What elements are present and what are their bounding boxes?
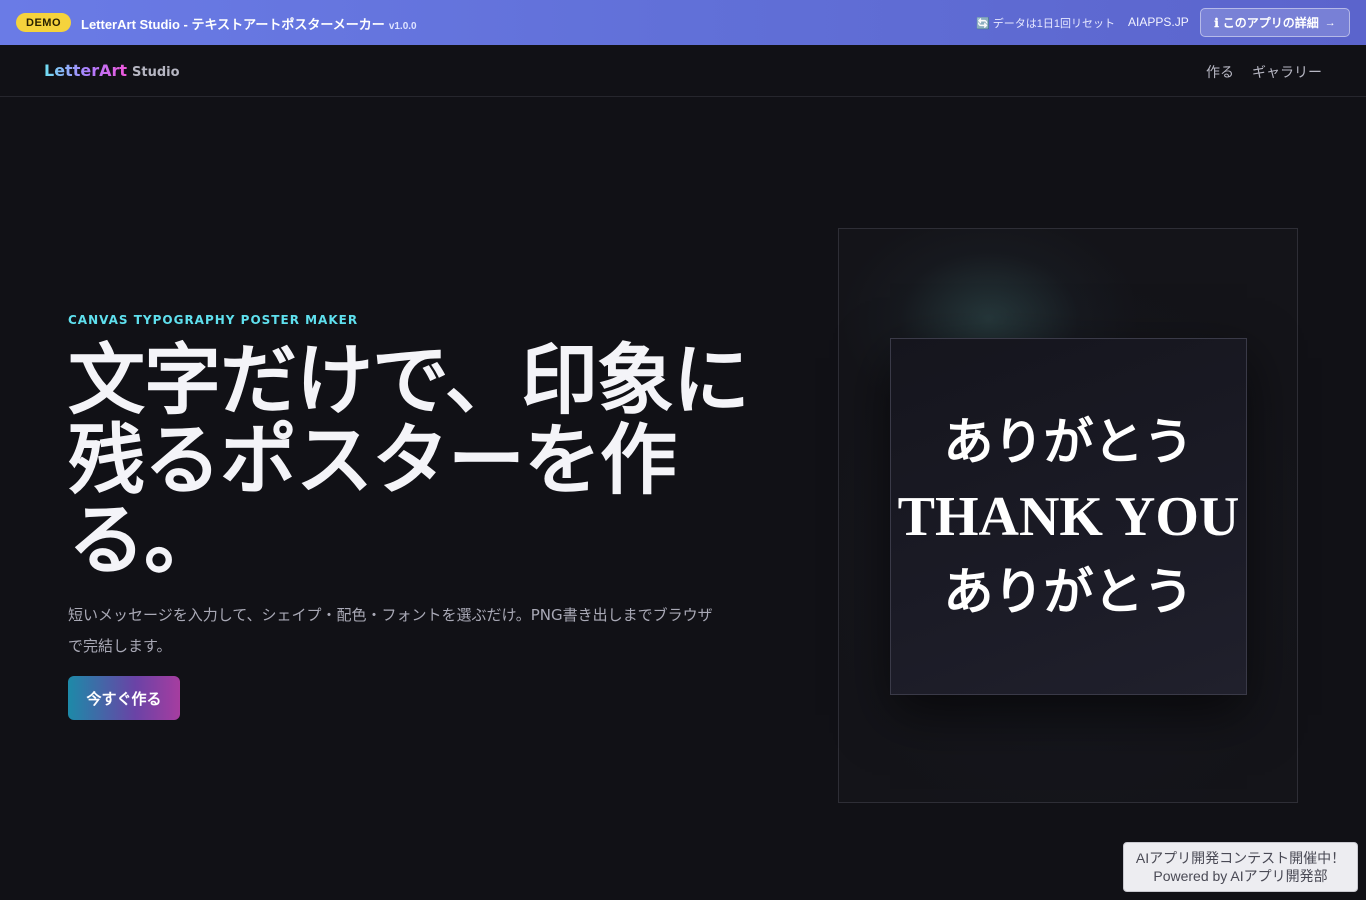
- info-icon: ℹ: [1214, 15, 1219, 30]
- site-nav: LetterArt Studio 作る ギャラリー: [0, 45, 1366, 97]
- arrow-right-icon: →: [1324, 16, 1336, 29]
- banner-title-text: LetterArt Studio - テキストアートポスターメーカー: [81, 17, 385, 32]
- logo[interactable]: LetterArt Studio: [44, 61, 180, 80]
- app-details-label: このアプリの詳細: [1222, 16, 1319, 30]
- version-label: v1.0.0: [388, 21, 417, 32]
- logo-sub: Studio: [132, 65, 180, 80]
- app-details-button[interactable]: ℹ このアプリの詳細 →: [1200, 8, 1350, 37]
- contest-banner[interactable]: AIアプリ開発コンテスト開催中！ Powered by AIアプリ開発部: [1123, 842, 1358, 892]
- nav-link-create[interactable]: 作る: [1206, 62, 1234, 82]
- demo-banner: DEMO LetterArt Studio - テキストアートポスターメーカー v…: [0, 0, 1366, 45]
- contest-line-2: Powered by AIアプリ開発部: [1153, 868, 1328, 884]
- hero-headline: 文字だけで、印象に残るポスターを作る。: [68, 337, 750, 586]
- poster-preview-frame: ありがとう THANK YOU ありがとう: [838, 228, 1298, 803]
- reset-note: 🔄 データは1日1回リセット: [976, 15, 1115, 31]
- hero-lede: 短いメッセージを入力して、シェイプ・配色・フォントを選ぶだけ。PNG書き出しまで…: [68, 606, 713, 655]
- poster-line-2: THANK YOU: [897, 485, 1240, 548]
- hero-eyebrow: CANVAS TYPOGRAPHY POSTER MAKER: [68, 313, 359, 327]
- nav-link-gallery[interactable]: ギャラリー: [1252, 62, 1322, 82]
- poster-line-1: ありがとう: [943, 411, 1194, 471]
- poster-line-3: ありがとう: [943, 561, 1194, 621]
- create-now-button[interactable]: 今すぐ作る: [68, 676, 180, 720]
- contest-line-1: AIアプリ開発コンテスト開催中！: [1135, 850, 1346, 866]
- nav-links: 作る ギャラリー: [1206, 62, 1322, 82]
- demo-badge: DEMO: [16, 13, 71, 32]
- logo-main: LetterArt: [44, 61, 128, 80]
- reset-note-text: データは1日1回リセット: [992, 18, 1115, 30]
- refresh-icon: 🔄: [976, 18, 990, 30]
- banner-title: LetterArt Studio - テキストアートポスターメーカー v1.0.0: [81, 14, 417, 33]
- aiapps-link[interactable]: AIAPPS.JP: [1128, 15, 1189, 29]
- poster-canvas: ありがとう THANK YOU ありがとう: [890, 338, 1247, 695]
